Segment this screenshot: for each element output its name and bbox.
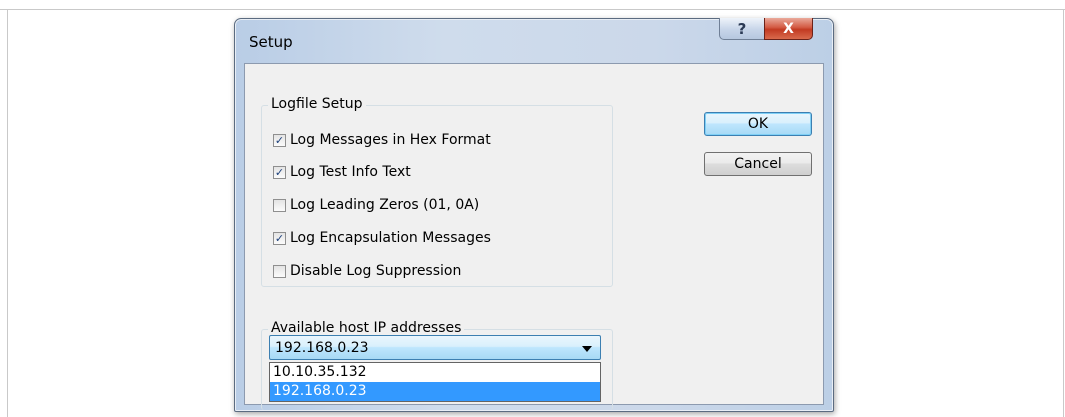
option-label: Log Messages in Hex Format xyxy=(290,132,491,148)
close-icon: X xyxy=(783,20,794,37)
page-frame-left xyxy=(7,9,8,417)
option-label: Log Leading Zeros (01, 0A) xyxy=(290,197,480,213)
checkbox[interactable]: ✓ xyxy=(273,165,286,179)
cancel-button-label: Cancel xyxy=(734,156,782,172)
page-frame-top xyxy=(0,9,1065,10)
host-ip-label: Available host IP addresses xyxy=(268,320,465,336)
option-label: Disable Log Suppression xyxy=(290,263,462,279)
ok-button[interactable]: OK xyxy=(704,112,812,136)
option-disable-log-suppression[interactable]: Disable Log Suppression xyxy=(273,263,461,279)
help-icon: ? xyxy=(737,19,747,38)
option-label: Log Encapsulation Messages xyxy=(290,230,491,246)
host-ip-select[interactable]: 192.168.0.23 xyxy=(269,335,601,360)
checkbox[interactable]: ✓ xyxy=(273,133,286,147)
dropdown-item[interactable]: 10.10.35.132 xyxy=(270,363,600,382)
host-ip-dropdown-list: 10.10.35.132 192.168.0.23 xyxy=(269,362,601,402)
host-ip-selected-value: 192.168.0.23 xyxy=(275,340,369,356)
option-log-test-info[interactable]: ✓ Log Test Info Text xyxy=(273,164,411,180)
option-log-leading-zeros[interactable]: Log Leading Zeros (01, 0A) xyxy=(273,197,479,213)
option-log-encapsulation[interactable]: ✓ Log Encapsulation Messages xyxy=(273,230,491,246)
dropdown-item-selected[interactable]: 192.168.0.23 xyxy=(270,382,600,401)
option-label: Log Test Info Text xyxy=(290,164,411,180)
ok-button-label: OK xyxy=(747,116,769,132)
checkbox[interactable] xyxy=(273,264,286,278)
cancel-button[interactable]: Cancel xyxy=(704,152,812,176)
checkbox[interactable] xyxy=(273,198,286,212)
chevron-down-icon[interactable] xyxy=(582,346,592,352)
option-log-hex[interactable]: ✓ Log Messages in Hex Format xyxy=(273,132,491,148)
checkbox[interactable]: ✓ xyxy=(273,231,286,245)
logfile-setup-label: Logfile Setup xyxy=(268,96,366,112)
window-title: Setup xyxy=(249,33,293,51)
page-frame-right xyxy=(1063,9,1064,417)
help-button[interactable]: ? xyxy=(719,18,765,40)
close-button[interactable]: X xyxy=(764,18,813,40)
